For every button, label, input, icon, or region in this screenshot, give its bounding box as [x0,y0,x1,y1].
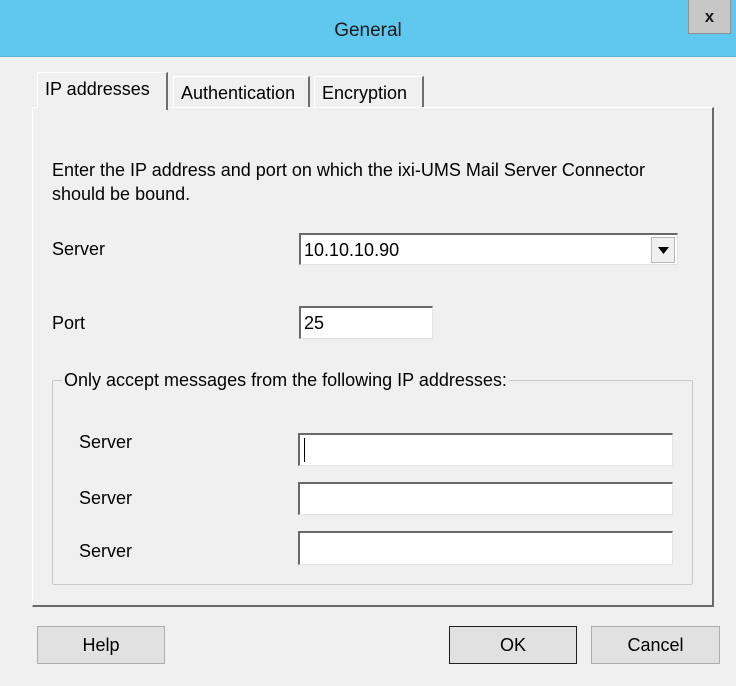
ok-button[interactable]: OK [449,626,577,664]
accept-server-input-3[interactable] [298,531,673,565]
dropdown-arrow-button[interactable] [651,237,675,263]
accept-server-label-1: Server [79,432,133,452]
window-title: General [334,20,402,41]
tab-ip-addresses[interactable]: IP addresses [37,72,168,110]
close-icon[interactable]: x [705,7,714,26]
accept-server-label-3: Server [79,541,133,561]
tab-label: Authentication [181,83,296,103]
help-button[interactable]: Help [37,626,165,664]
tab-encryption[interactable]: Encryption [314,76,424,110]
text-caret [304,438,305,462]
server-dropdown[interactable]: 10.10.10.90 [299,233,678,265]
accept-server-input-2[interactable] [298,482,673,515]
cancel-button[interactable]: Cancel [591,626,720,664]
chevron-down-icon [658,247,669,254]
port-label: Port [52,313,86,333]
tab-authentication[interactable]: Authentication [173,76,310,110]
port-input[interactable]: 25 [299,306,433,339]
close-button[interactable]: x [688,0,731,34]
port-input-value: 25 [304,313,325,333]
description-text: Enter the IP address and port on which t… [52,160,645,204]
accept-server-input-1[interactable] [298,433,673,466]
tab-label: IP addresses [45,79,150,99]
groupbox-title: Only accept messages from the following … [62,370,509,391]
accept-server-label-2: Server [79,488,133,508]
server-dropdown-value: 10.10.10.90 [304,240,400,260]
tab-label: Encryption [322,83,408,103]
server-label: Server [52,239,106,259]
